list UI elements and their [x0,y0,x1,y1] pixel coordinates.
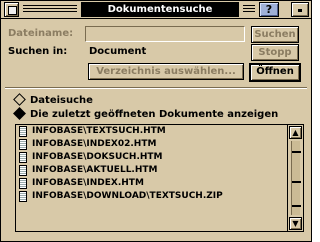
scroll-up-arrow-icon[interactable]: ▲ [289,126,302,139]
scroll-grip [292,205,301,207]
list-item-label: INFOBASE\INDEX02.HTM [32,139,157,149]
list-item-label: INFOBASE\INDEX.HTM [32,178,144,188]
results-list[interactable]: INFOBASE\TEXTSUCH.HTM INFOBASE\INDEX02.H… [15,124,304,232]
scroll-grip [292,151,301,153]
document-icon [19,139,27,150]
list-item-label: INFOBASE\DOKSUCH.HTM [32,152,163,162]
list-item-label: INFOBASE\TEXTSUCH.HTM [32,126,166,136]
divider [5,87,307,89]
document-icon [19,126,27,137]
list-item[interactable]: INFOBASE\INDEX.HTM [16,177,286,190]
list-item-label: INFOBASE\AKTUELL.HTM [32,165,158,175]
file-search-label: Dateisuche [30,95,93,106]
document-icon [19,165,27,176]
document-icon [19,191,27,202]
radio-selected-icon[interactable] [13,107,26,120]
document-icon [19,152,27,163]
scroll-grip [292,181,301,183]
title-bar[interactable]: Dokumentensuche ? [1,1,311,19]
radio-unselected-icon[interactable] [13,93,26,106]
document-search-window: Dokumentensuche ? Dateiname: Suchen Such… [0,0,312,242]
select-directory-button[interactable]: Verzeichnis auswählen... [88,63,244,80]
recent-docs-option[interactable]: Die zuletzt geöffneten Dokumente anzeige… [13,107,279,122]
search-button[interactable]: Suchen [251,26,299,43]
document-icon [19,178,27,189]
help-icon[interactable]: ? [259,2,279,17]
window-title: Dokumentensuche [81,2,239,17]
scroll-track[interactable] [291,141,301,215]
filename-input[interactable] [85,26,245,42]
list-item[interactable]: INFOBASE\INDEX02.HTM [16,138,286,151]
title-bar-stripes [243,5,255,14]
list-item[interactable]: INFOBASE\AKTUELL.HTM [16,164,286,177]
results-list-items: INFOBASE\TEXTSUCH.HTM INFOBASE\INDEX02.H… [16,125,286,203]
file-search-option[interactable]: Dateisuche [13,93,93,108]
minimize-icon[interactable] [291,2,309,17]
list-item[interactable]: INFOBASE\TEXTSUCH.HTM [16,125,286,138]
list-item[interactable]: INFOBASE\DOKSUCH.HTM [16,151,286,164]
scroll-down-arrow-icon[interactable]: ▼ [289,217,302,230]
title-bar-stripes [23,5,77,14]
open-button[interactable]: Öffnen [249,63,301,82]
search-in-label: Suchen in: [8,46,68,57]
close-box-icon[interactable] [4,2,19,17]
stop-button[interactable]: Stopp [251,44,299,61]
list-item-label: INFOBASE\DOWNLOAD\TEXTSUCH.ZIP [32,191,223,201]
recent-docs-label: Die zuletzt geöffneten Dokumente anzeige… [30,109,279,120]
vertical-scrollbar[interactable]: ▲ ▼ [287,125,303,231]
list-item[interactable]: INFOBASE\DOWNLOAD\TEXTSUCH.ZIP [16,190,286,203]
filename-label: Dateiname: [8,28,74,39]
search-in-value: Document [89,46,147,57]
